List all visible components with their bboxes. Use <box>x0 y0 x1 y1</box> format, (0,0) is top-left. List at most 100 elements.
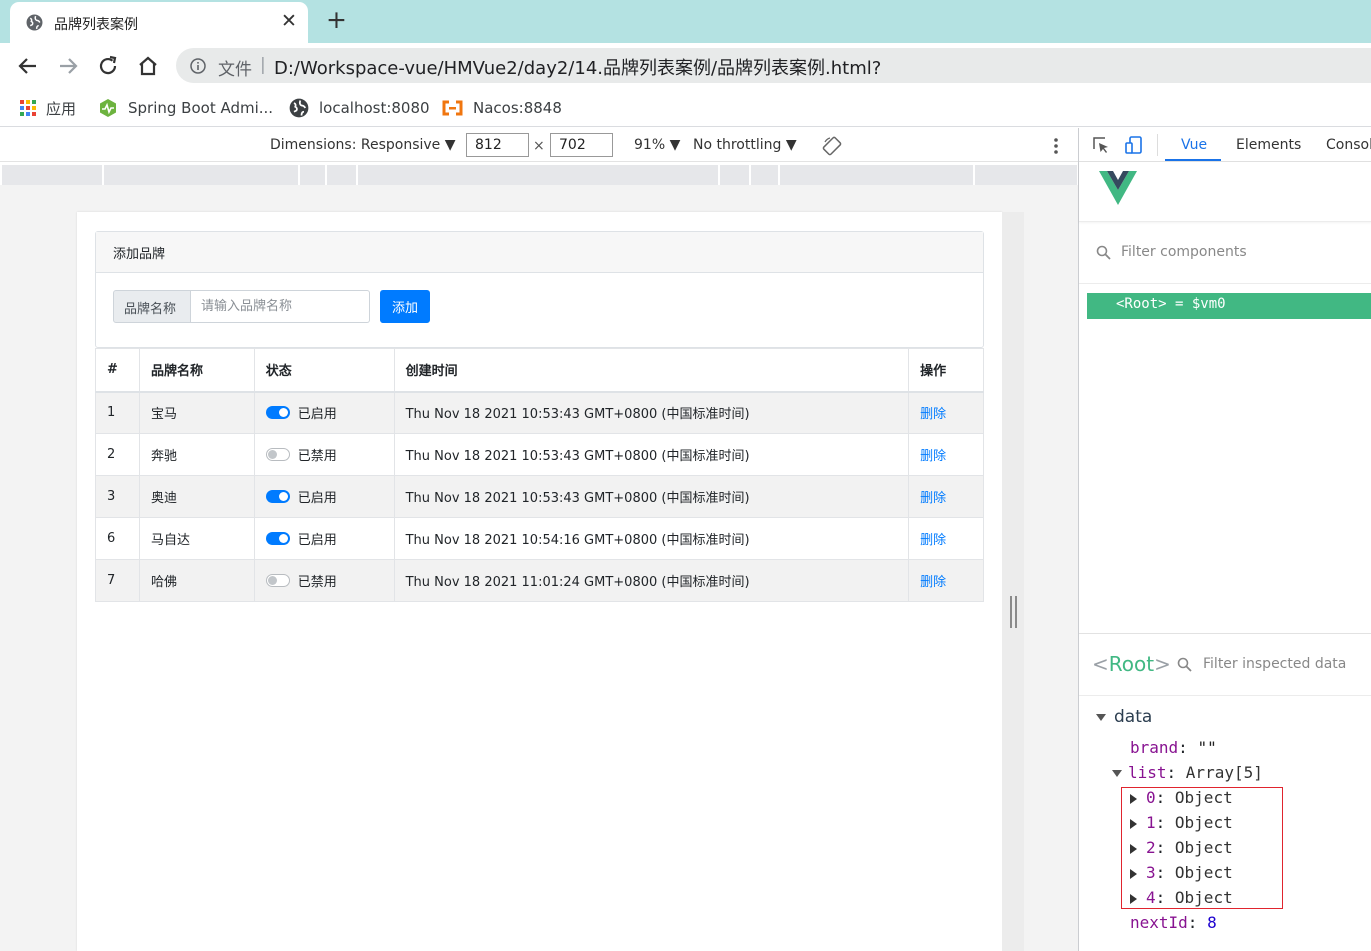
ruler-divider <box>718 165 720 185</box>
column-header-created-time: 创建时间 <box>393 348 910 393</box>
status-control: 已启用 <box>265 529 383 548</box>
highlight-annotation-box <box>1121 787 1283 909</box>
device-toggle-icon[interactable] <box>1125 136 1143 154</box>
delete-link[interactable]: 删除 <box>920 407 946 422</box>
zoom-dropdown[interactable]: 91% ▼ <box>634 137 680 153</box>
address-bar[interactable]: 文件 | D:/Workspace-vue/HMVue2/day2/14.品牌列… <box>176 48 1371 83</box>
dimension-separator: × <box>533 138 545 154</box>
search-icon <box>1096 245 1111 260</box>
status-toggle[interactable] <box>265 490 290 503</box>
status-toggle[interactable] <box>265 532 290 545</box>
home-icon[interactable] <box>136 54 160 78</box>
cell-id: 3 <box>95 475 140 518</box>
delete-link[interactable]: 删除 <box>920 491 946 506</box>
cell-status: 已启用 <box>253 517 395 560</box>
expanded-caret-icon <box>1096 714 1106 721</box>
delete-link[interactable]: 删除 <box>920 575 946 590</box>
bookmarks-bar: 应用 Spring Boot Admi... localhost:8080 Na… <box>0 89 1371 127</box>
viewport-resize-handle[interactable] <box>1010 596 1017 628</box>
data-section-label: data <box>1114 707 1153 727</box>
nacos-icon <box>442 100 463 116</box>
cell-actions: 删除 <box>908 517 984 560</box>
tab-vue[interactable]: Vue <box>1181 137 1207 153</box>
apps-grid-icon <box>20 100 36 116</box>
page-scroll-gutter <box>1002 212 1024 951</box>
property-key: brand <box>1130 738 1179 757</box>
brand-table: # 品牌名称 状态 创建时间 操作 1 宝马 已启用 Thu Nov 18 2021 … <box>95 348 984 602</box>
table-row: 7 哈佛 已禁用 Thu Nov 18 2021 11:01:24 GMT+0800 … <box>95 559 984 602</box>
delete-link[interactable]: 删除 <box>920 449 946 464</box>
toggle-knob <box>267 450 277 459</box>
bookmark-apps[interactable]: 应用 <box>20 98 76 118</box>
more-options-icon[interactable] <box>1048 136 1064 156</box>
bookmark-nacos[interactable]: Nacos:8848 <box>442 98 562 118</box>
filter-inspected-data-input[interactable]: Filter inspected data <box>1203 656 1346 672</box>
add-brand-button[interactable]: 添加 <box>380 290 430 323</box>
reload-icon[interactable] <box>96 54 120 78</box>
property-key: nextId <box>1130 913 1188 932</box>
forward-arrow-icon[interactable] <box>56 54 80 78</box>
ruler-divider <box>325 165 327 185</box>
cell-created-time: Thu Nov 18 2021 10:53:43 GMT+0800 (中国标准时… <box>393 433 910 476</box>
new-tab-icon[interactable]: + <box>326 7 347 32</box>
media-query-ruler <box>2 165 1077 185</box>
tabbar-divider <box>1157 134 1158 156</box>
cell-brand-name: 马自达 <box>138 517 255 560</box>
inspect-element-icon[interactable] <box>1092 136 1110 154</box>
status-label: 已启用 <box>297 491 337 506</box>
viewport-width-input[interactable] <box>466 133 529 157</box>
close-tab-icon[interactable]: ✕ <box>281 12 297 31</box>
back-arrow-icon[interactable] <box>16 54 40 78</box>
status-label: 已禁用 <box>297 575 337 590</box>
file-scheme-label: 文件 <box>218 60 252 80</box>
cell-status: 已启用 <box>253 391 395 434</box>
component-tree-root[interactable]: <Root> = $vm0 <box>1087 293 1371 319</box>
status-control: 已禁用 <box>265 571 383 590</box>
viewport-height-input[interactable] <box>550 133 613 157</box>
rotate-icon[interactable] <box>822 136 842 156</box>
vue-devtools-header <box>1079 162 1371 222</box>
add-brand-card: 添加品牌 品牌名称 添加 <box>95 231 984 348</box>
delete-link[interactable]: 删除 <box>920 533 946 548</box>
status-toggle[interactable] <box>265 406 290 420</box>
ruler-divider <box>778 165 780 185</box>
cell-created-time: Thu Nov 18 2021 11:01:24 GMT+0800 (中国标准时… <box>393 559 910 602</box>
toggle-knob <box>278 408 288 418</box>
browser-tabstrip: 品牌列表案例 ✕ + <box>0 0 1371 43</box>
brand-name-input[interactable] <box>191 290 370 323</box>
inspector-header: <Root> Filter inspected data <box>1079 634 1371 696</box>
bookmark-spring-boot-admin[interactable]: Spring Boot Admi... <box>98 98 273 118</box>
status-control: 已启用 <box>265 487 383 506</box>
component-filter-row: Filter components <box>1079 222 1371 284</box>
cell-created-time: Thu Nov 18 2021 10:53:43 GMT+0800 (中国标准时… <box>393 475 910 518</box>
data-property-list[interactable]: list: Array[5] <box>1112 763 1263 782</box>
status-toggle[interactable] <box>265 448 290 461</box>
search-icon <box>1177 657 1192 672</box>
brand-input-group: 品牌名称 <box>113 290 370 323</box>
globe-icon <box>289 98 309 118</box>
status-toggle[interactable] <box>265 574 290 587</box>
browser-tab[interactable]: 品牌列表案例 ✕ <box>10 2 308 43</box>
dimensions-dropdown[interactable]: Dimensions: Responsive ▼ <box>270 137 456 153</box>
bookmark-localhost[interactable]: localhost:8080 <box>289 98 430 118</box>
spring-boot-admin-icon <box>100 99 116 117</box>
browser-toolbar: 文件 | D:/Workspace-vue/HMVue2/day2/14.品牌列… <box>0 43 1371 89</box>
throttling-dropdown[interactable]: No throttling ▼ <box>693 137 797 153</box>
cell-status: 已启用 <box>253 475 395 518</box>
info-icon[interactable] <box>190 58 206 74</box>
table-body: 1 宝马 已启用 Thu Nov 18 2021 10:53:43 GMT+0800 … <box>95 391 984 602</box>
inspected-component-label: Root <box>1108 652 1155 676</box>
cell-id: 6 <box>95 517 140 560</box>
ruler-divider <box>973 165 975 185</box>
data-section-toggle[interactable]: data <box>1096 707 1152 727</box>
tab-title: 品牌列表案例 <box>54 17 138 33</box>
brand-name-prefix: 品牌名称 <box>113 290 191 323</box>
filter-components-input[interactable]: Filter components <box>1121 244 1247 260</box>
url-text[interactable]: D:/Workspace-vue/HMVue2/day2/14.品牌列表案例/品… <box>274 54 881 80</box>
tab-elements[interactable]: Elements <box>1236 137 1301 153</box>
status-control: 已启用 <box>265 403 383 422</box>
property-value: "" <box>1197 738 1217 757</box>
url-separator: | <box>260 55 266 75</box>
property-value: Array[5] <box>1185 763 1263 782</box>
tab-console[interactable]: Consol <box>1326 137 1371 153</box>
